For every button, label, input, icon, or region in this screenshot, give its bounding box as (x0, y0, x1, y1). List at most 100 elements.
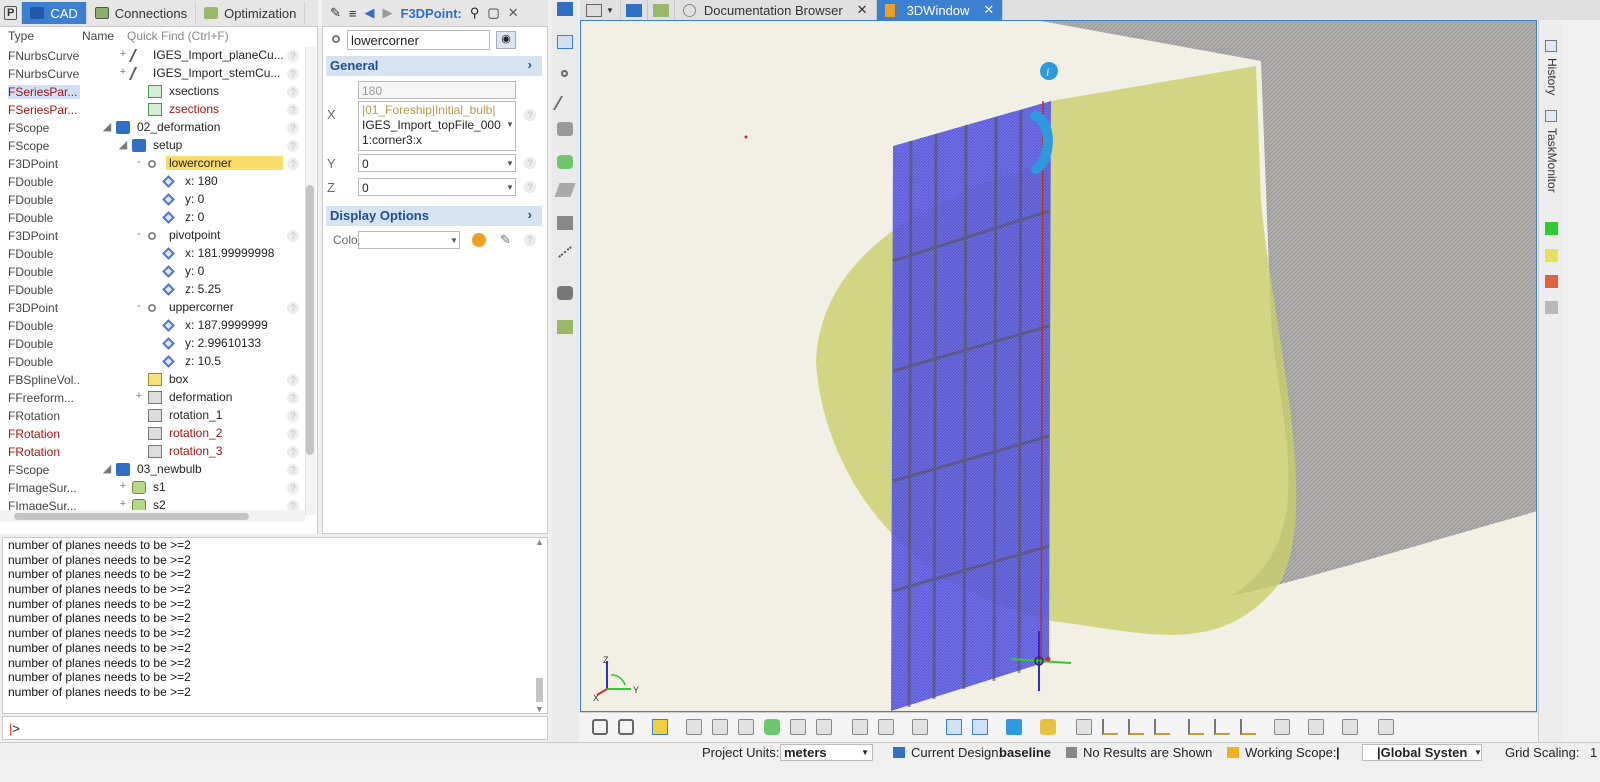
tab-optimization[interactable]: Optimization (196, 2, 306, 24)
expand-toggle-icon[interactable]: + (118, 498, 128, 510)
help-icon[interactable]: ? (287, 50, 299, 62)
layout-icon[interactable]: ▼ (580, 0, 621, 20)
close-icon[interactable]: ✕ (508, 5, 519, 21)
tree-row[interactable]: FScope ◢ setup? (0, 137, 305, 155)
y-dropdown-icon[interactable]: ▼ (506, 159, 514, 168)
help-icon[interactable]: ? (287, 482, 299, 494)
surface-tool-icon[interactable] (557, 122, 573, 136)
grey-status-icon[interactable] (1545, 301, 1558, 314)
close-icon[interactable]: ✕ (857, 2, 868, 18)
back-arrow-icon[interactable]: ◀ (365, 5, 375, 21)
name-column-header[interactable]: Name (82, 29, 127, 43)
tree-row[interactable]: FDouble x: 180 (0, 173, 305, 191)
render-mode-icon[interactable] (592, 719, 608, 735)
z-dropdown-icon[interactable]: ▼ (506, 183, 514, 192)
color-dropdown-icon[interactable]: ▼ (450, 236, 458, 245)
tree-row[interactable]: FDouble z: 10.5 (0, 353, 305, 371)
search-icon[interactable]: ⚲ (470, 5, 480, 21)
help-icon[interactable]: ? (287, 122, 299, 134)
tree-row[interactable]: FDouble z: 5.25 (0, 281, 305, 299)
tree-row[interactable]: FRotation rotation_2? (0, 425, 305, 443)
dotted-filter-icon[interactable] (816, 719, 832, 735)
pin-icon[interactable]: ✎ (330, 5, 341, 21)
history-tab[interactable]: History (1545, 58, 1559, 95)
tree-hscroll-thumb[interactable] (14, 513, 249, 520)
tree-row[interactable]: FImageSur... + s1? (0, 479, 305, 497)
orange-status-icon[interactable] (1545, 275, 1558, 288)
tree-row[interactable]: FNurbsCurve + IGES_Import_stemCu...? (0, 65, 305, 83)
eye-icon[interactable]: ◉ (496, 31, 516, 49)
green-status-icon[interactable] (1545, 222, 1558, 235)
tree-row[interactable]: F3DPoint - lowercorner? (0, 155, 305, 173)
zoom-icon[interactable] (1378, 719, 1394, 735)
dotted-line-icon[interactable] (558, 246, 572, 258)
x-dropdown-icon[interactable]: ▼ (506, 120, 514, 129)
type-column-header[interactable]: Type (8, 29, 82, 43)
x-expression-field[interactable]: |01_Foreship|Initial_bulb| IGES_Import_t… (358, 101, 516, 151)
expand-toggle-icon[interactable]: + (134, 390, 144, 402)
tab-connections[interactable]: Connections (87, 2, 197, 24)
tab-cad[interactable]: CAD (22, 2, 87, 24)
clip-off-icon[interactable] (878, 719, 894, 735)
expand-toggle-icon[interactable]: - (134, 300, 144, 312)
tree-row[interactable]: FSeriesPar... zsections? (0, 101, 305, 119)
curve-tool-icon[interactable] (552, 96, 568, 110)
plane-tool-icon[interactable] (554, 183, 576, 197)
tree-row[interactable]: FDouble y: 0 (0, 263, 305, 281)
help-icon[interactable]: ? (287, 428, 299, 440)
select-mode-icon[interactable] (652, 719, 668, 735)
tree-row[interactable]: F3DPoint - uppercorner? (0, 299, 305, 317)
help-icon[interactable]: ? (287, 374, 299, 386)
clip-icon[interactable] (852, 719, 868, 735)
folder-icon[interactable] (557, 2, 573, 16)
palette-icon[interactable] (472, 233, 486, 247)
expand-toggle-icon[interactable]: ◢ (118, 138, 128, 151)
info-icon[interactable] (1006, 719, 1022, 735)
tree-row[interactable]: FScope ◢ 02_deformation? (0, 119, 305, 137)
run-view-icon[interactable] (648, 0, 675, 20)
copy-icon[interactable]: ▢ (487, 5, 499, 21)
cube-icon[interactable] (1076, 719, 1092, 735)
tree-row[interactable]: FDouble y: 0 (0, 191, 305, 209)
view-neg-x-icon[interactable] (1188, 719, 1204, 735)
view-neg-z-icon[interactable] (1240, 719, 1256, 735)
open-folder-icon[interactable] (621, 0, 648, 20)
history-icon[interactable] (1545, 40, 1557, 52)
shade-mode-icon[interactable] (618, 719, 634, 735)
shield-icon[interactable] (946, 719, 962, 735)
grid-icon[interactable] (1342, 719, 1358, 735)
expand-toggle-icon[interactable]: - (134, 156, 144, 168)
coordinate-system-select[interactable]: |Global Systen (1362, 744, 1482, 761)
3d-viewport[interactable]: i Z Y X (580, 20, 1537, 712)
expand-toggle-icon[interactable]: + (118, 66, 128, 78)
tree-row[interactable]: FFreeform... + deformation? (0, 389, 305, 407)
help-icon[interactable]: ? (287, 302, 299, 314)
color-help-icon[interactable]: ? (524, 234, 536, 246)
console-scroll-down-icon[interactable]: ▼ (535, 704, 544, 714)
plane-filter-icon[interactable] (790, 719, 806, 735)
run-icon[interactable] (557, 320, 573, 334)
help-icon[interactable]: ? (287, 410, 299, 422)
select-icon[interactable] (557, 35, 573, 49)
tree-scroll-thumb[interactable] (306, 185, 314, 455)
edit-icon[interactable]: ✎ (500, 232, 511, 248)
tab-3dwindow[interactable]: 3DWindow ✕ (876, 0, 1004, 20)
help-icon[interactable]: ? (287, 446, 299, 458)
grid-plane-icon[interactable] (912, 719, 928, 735)
tree-row[interactable]: FRotation rotation_1? (0, 407, 305, 425)
expand-toggle-icon[interactable]: ◢ (102, 462, 112, 475)
point-tool-icon[interactable] (561, 70, 568, 77)
view-neg-y-icon[interactable] (1214, 719, 1230, 735)
transform-tool-icon[interactable] (557, 216, 573, 230)
tree-row[interactable]: FBSplineVol... box? (0, 371, 305, 389)
tree-row[interactable]: FRotation rotation_3? (0, 443, 305, 461)
point-filter-icon[interactable] (686, 719, 702, 735)
tree-row[interactable]: F3DPoint - pivotpoint? (0, 227, 305, 245)
taskmonitor-tab[interactable]: TaskMonitor (1545, 128, 1559, 193)
yellow-status-icon[interactable] (1545, 249, 1558, 262)
help-icon[interactable]: ? (287, 68, 299, 80)
tab-documentation-browser[interactable]: Documentation Browser ✕ (675, 0, 877, 20)
section-filter-icon[interactable] (764, 719, 780, 735)
axis-icon[interactable] (972, 719, 988, 735)
tree-row[interactable]: FDouble x: 187.9999999 (0, 317, 305, 335)
